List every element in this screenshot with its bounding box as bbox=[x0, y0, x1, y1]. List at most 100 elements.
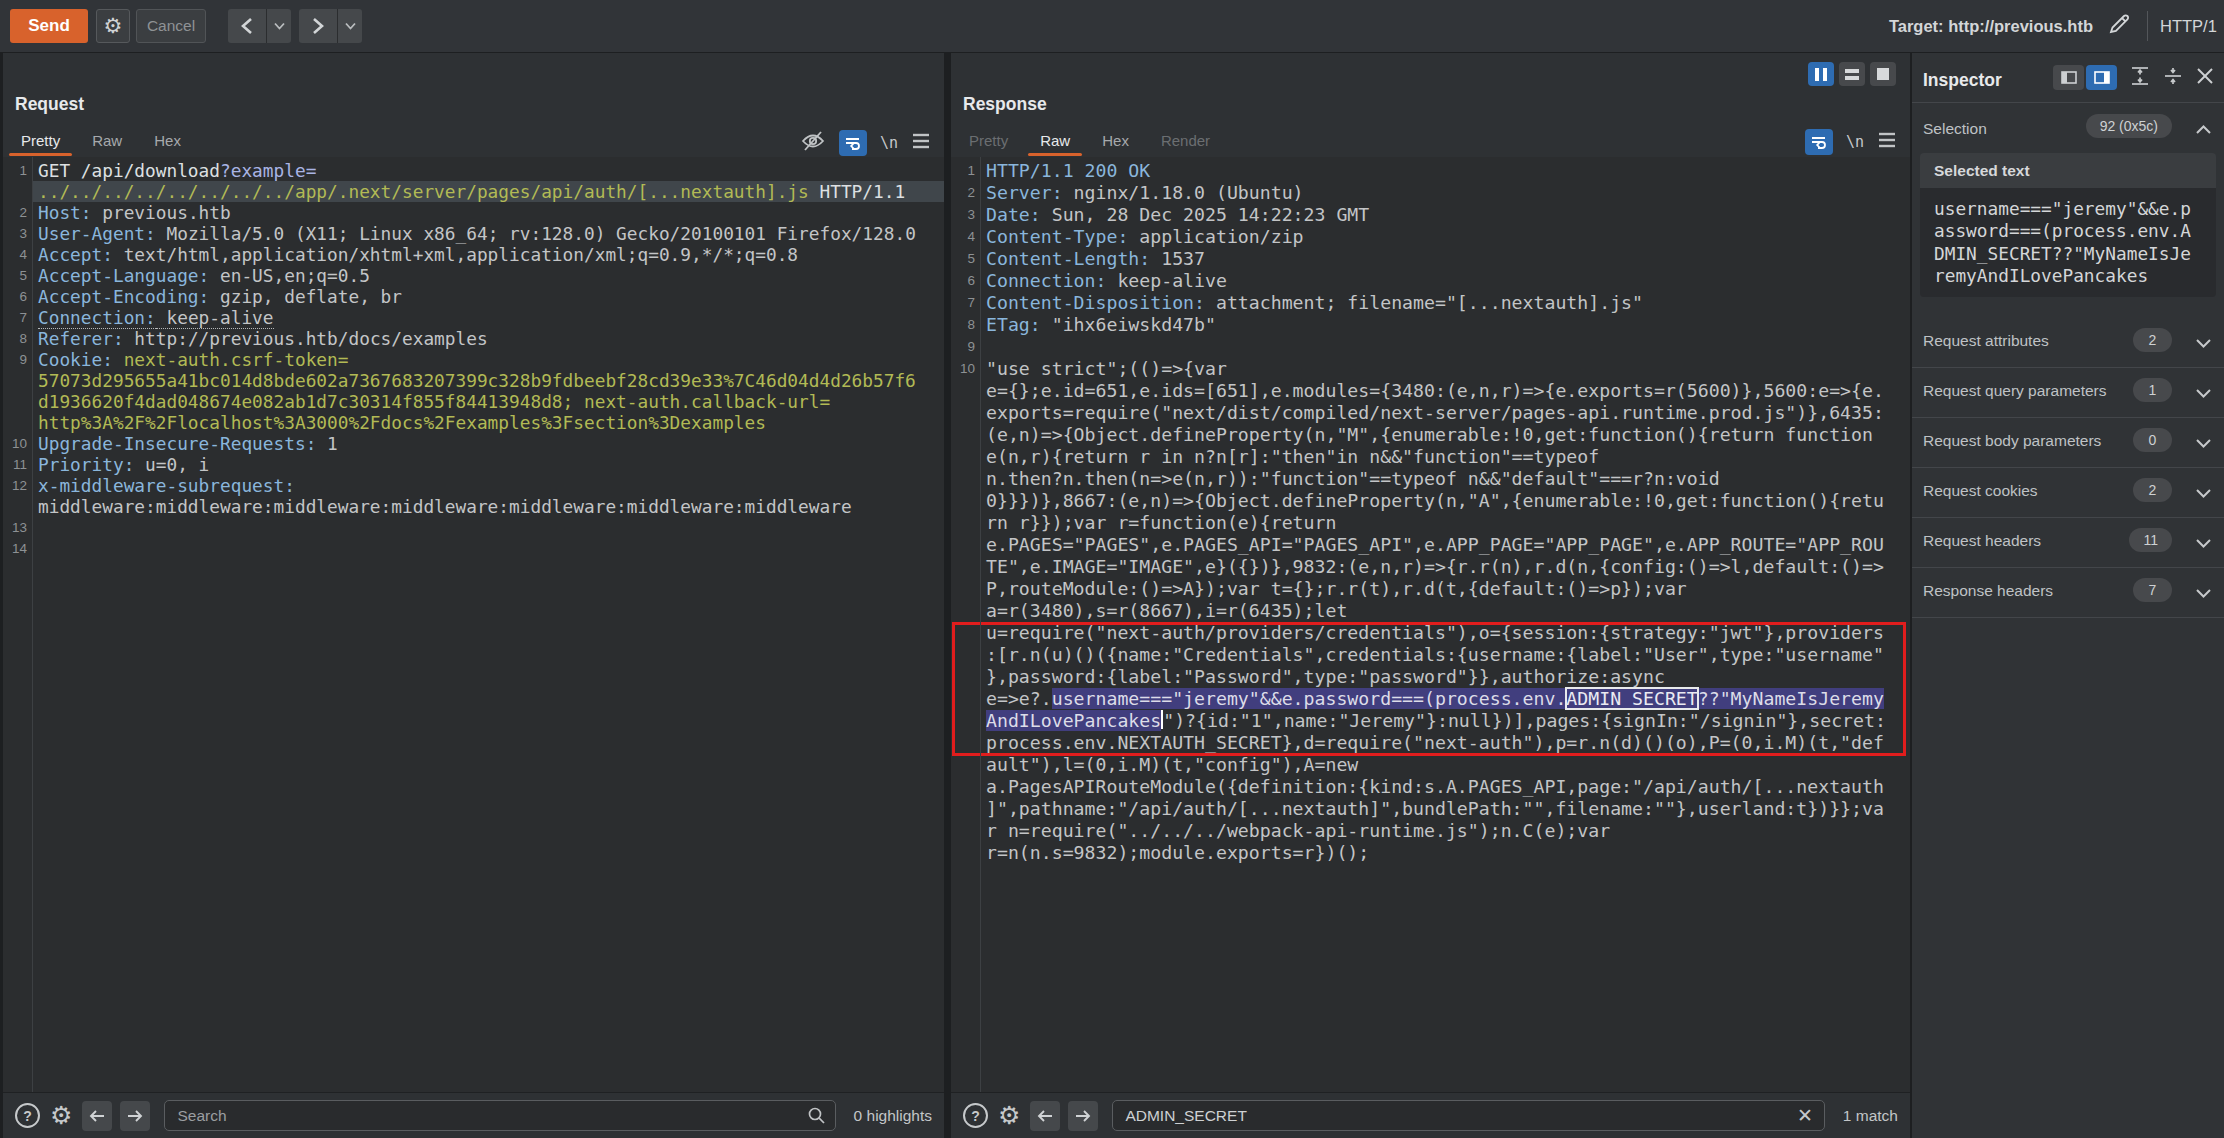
chevron-down-icon[interactable] bbox=[2195, 435, 2212, 453]
line-number: 2 bbox=[3, 202, 27, 223]
section-label: Request query parameters bbox=[1923, 382, 2107, 400]
tab-hex[interactable]: Hex bbox=[1090, 125, 1141, 156]
selection-count-badge: 92 (0x5c) bbox=[2086, 114, 2172, 138]
code-line: http%3A%2F%2Flocalhost%3A3000%2Fdocs%2Fe… bbox=[3, 412, 944, 433]
forward-icon[interactable] bbox=[299, 9, 337, 43]
search-icon bbox=[807, 1106, 826, 1129]
request-title: Request bbox=[15, 94, 84, 115]
word-wrap-icon[interactable] bbox=[839, 130, 867, 156]
close-icon[interactable] bbox=[2196, 67, 2214, 89]
line-number: 5 bbox=[3, 265, 27, 286]
columns-view-icon[interactable] bbox=[1808, 62, 1834, 86]
expand-all-icon[interactable] bbox=[2130, 66, 2150, 90]
code-line: 9Cookie: next-auth.csrf-token= bbox=[3, 349, 944, 370]
inspector-section-request-cookies[interactable]: Request cookies2 bbox=[1912, 468, 2224, 518]
code-line: TE",e.IMAGE="IMAGE",e}({})},9832:(e,n,r)… bbox=[951, 556, 1910, 578]
request-editor[interactable]: 1GET /api/download?example=../../../../.… bbox=[3, 157, 944, 1092]
search-prev-icon[interactable] bbox=[1030, 1101, 1060, 1131]
tab-pretty[interactable]: Pretty bbox=[9, 125, 72, 156]
request-search-input[interactable] bbox=[164, 1100, 835, 1131]
response-editor[interactable]: 1HTTP/1.1 200 OK2Server: nginx/1.18.0 (U… bbox=[951, 157, 1910, 1092]
linebreaks-icon[interactable]: \n bbox=[1846, 133, 1864, 151]
inspector-section-request-headers[interactable]: Request headers11 bbox=[1912, 518, 2224, 568]
chevron-down-icon[interactable] bbox=[2195, 585, 2212, 603]
inspector-selection-row[interactable]: Selection 92 (0x5c) bbox=[1912, 111, 2224, 148]
help-icon[interactable]: ? bbox=[963, 1103, 988, 1128]
code-line: ../../../../../../../../app/.next/server… bbox=[3, 181, 944, 202]
line-number: 13 bbox=[3, 517, 27, 538]
linebreaks-icon[interactable]: \n bbox=[880, 134, 898, 152]
line-number: 7 bbox=[951, 292, 975, 314]
send-button[interactable]: Send bbox=[10, 9, 88, 43]
code-line: middleware:middleware:middleware:middlew… bbox=[3, 496, 944, 517]
inspector-section-request-query-parameters[interactable]: Request query parameters1 bbox=[1912, 368, 2224, 418]
chevron-down-icon[interactable] bbox=[2195, 385, 2212, 403]
response-search-input[interactable] bbox=[1112, 1100, 1824, 1131]
code-line: 10Upgrade-Insecure-Requests: 1 bbox=[3, 433, 944, 454]
menu-icon[interactable] bbox=[1877, 132, 1897, 152]
collapse-all-icon[interactable] bbox=[2163, 66, 2183, 90]
request-search-bar: ? ⚙ 0 highlights bbox=[3, 1092, 944, 1138]
cancel-button[interactable]: Cancel bbox=[136, 9, 206, 43]
code-line: n.then?n.then(n=>e(n,r)):"function"==typ… bbox=[951, 468, 1910, 490]
tab-render[interactable]: Render bbox=[1149, 125, 1222, 156]
dock-right-icon[interactable] bbox=[2086, 65, 2117, 90]
code-line: 57073d295655a41bc014d8bde602a73676832073… bbox=[3, 370, 944, 391]
line-number: 11 bbox=[3, 454, 27, 475]
line-number: 9 bbox=[3, 349, 27, 370]
code-line: 1HTTP/1.1 200 OK bbox=[951, 160, 1910, 182]
section-label: Request attributes bbox=[1923, 332, 2049, 350]
line-number: 1 bbox=[951, 160, 975, 182]
tab-raw[interactable]: Raw bbox=[80, 125, 134, 156]
code-line: r=n(n.s=9832);module.exports=r})(); bbox=[951, 842, 1910, 864]
code-line: d1936620f4dad048674e082ab1d7c30314f855f8… bbox=[3, 391, 944, 412]
selected-text-value: username==="jeremy"&&e.password===(proce… bbox=[1934, 198, 2192, 287]
line-number: 4 bbox=[951, 226, 975, 248]
tab-raw[interactable]: Raw bbox=[1028, 125, 1082, 156]
chevron-down-icon[interactable] bbox=[2195, 335, 2212, 353]
line-number: 9 bbox=[951, 336, 975, 358]
code-line: 5Accept-Language: en-US,en;q=0.5 bbox=[3, 265, 944, 286]
help-icon[interactable]: ? bbox=[15, 1103, 40, 1128]
chevron-up-icon[interactable] bbox=[2195, 121, 2212, 139]
code-line: 5Content-Length: 1537 bbox=[951, 248, 1910, 270]
word-wrap-icon[interactable] bbox=[1805, 129, 1833, 155]
line-number: 10 bbox=[3, 433, 27, 454]
code-line: 7Connection: keep-alive bbox=[3, 307, 944, 328]
inspector-section-response-headers[interactable]: Response headers7 bbox=[1912, 568, 2224, 618]
selection-label: Selection bbox=[1923, 120, 1987, 138]
single-view-icon[interactable] bbox=[1870, 62, 1896, 86]
search-prev-icon[interactable] bbox=[82, 1101, 112, 1131]
inspector-section-request-attributes[interactable]: Request attributes2 bbox=[1912, 318, 2224, 368]
chevron-down-icon[interactable] bbox=[2195, 535, 2212, 553]
protocol-label: HTTP/1 bbox=[2160, 17, 2224, 36]
back-icon[interactable] bbox=[228, 9, 266, 43]
clear-search-icon[interactable]: ✕ bbox=[1797, 1104, 1813, 1127]
rows-view-icon[interactable] bbox=[1839, 62, 1865, 86]
code-line: 8Referer: http://previous.htb/docs/examp… bbox=[3, 328, 944, 349]
code-line: ault"),l=(0,i.M)(t,"config"),A=new bbox=[951, 754, 1910, 776]
chevron-down-icon[interactable] bbox=[2195, 485, 2212, 503]
search-next-icon[interactable] bbox=[1068, 1101, 1098, 1131]
search-next-icon[interactable] bbox=[120, 1101, 150, 1131]
line-number: 6 bbox=[3, 286, 27, 307]
search-settings-gear-icon[interactable]: ⚙ bbox=[50, 1103, 72, 1128]
dock-left-icon[interactable] bbox=[2053, 65, 2084, 90]
tab-pretty[interactable]: Pretty bbox=[957, 125, 1020, 156]
code-line: 10"use strict";(()=>{var bbox=[951, 358, 1910, 380]
forward-dropdown-icon[interactable] bbox=[337, 9, 362, 43]
search-settings-gear-icon[interactable]: ⚙ bbox=[998, 1103, 1020, 1128]
response-layout-buttons bbox=[1808, 62, 1896, 86]
inspector-section-request-body-parameters[interactable]: Request body parameters0 bbox=[1912, 418, 2224, 468]
code-line: 4Content-Type: application/zip bbox=[951, 226, 1910, 248]
gear-icon[interactable]: ⚙ bbox=[96, 9, 130, 43]
code-line: a=r(3480),s=r(8667),i=r(6435);let bbox=[951, 600, 1910, 622]
back-dropdown-icon[interactable] bbox=[266, 9, 291, 43]
hide-nonprinting-icon[interactable] bbox=[800, 129, 826, 157]
request-tabs: Pretty Raw Hex bbox=[9, 125, 193, 156]
tab-hex[interactable]: Hex bbox=[142, 125, 193, 156]
line-number: 12 bbox=[3, 475, 27, 496]
menu-icon[interactable] bbox=[911, 133, 931, 153]
inspector-title: Inspector bbox=[1923, 70, 2002, 91]
pencil-icon[interactable] bbox=[2105, 10, 2133, 42]
